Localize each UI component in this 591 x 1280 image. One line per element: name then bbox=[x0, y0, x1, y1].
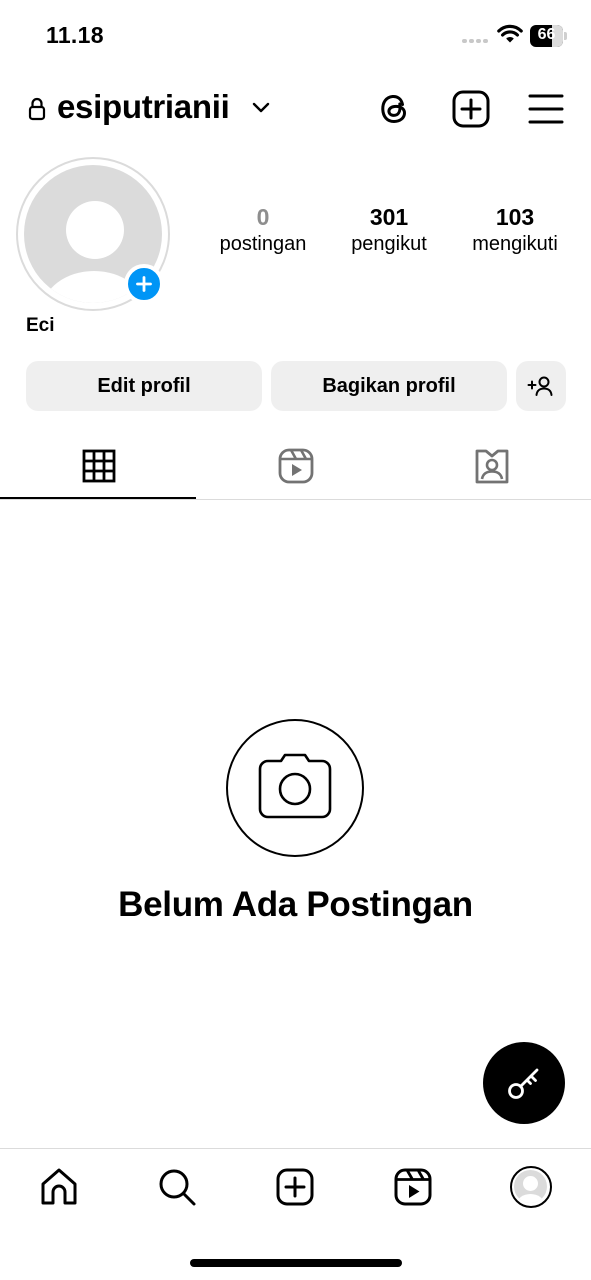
bottom-nav-border bbox=[0, 1148, 591, 1149]
stat-followers[interactable]: 301 pengikut bbox=[336, 204, 442, 257]
key-fab-button[interactable] bbox=[483, 1042, 565, 1124]
threads-icon[interactable] bbox=[375, 89, 415, 129]
grid-icon[interactable] bbox=[79, 446, 119, 486]
stat-posts[interactable]: 0 postingan bbox=[210, 204, 316, 257]
profile-nav-avatar[interactable] bbox=[509, 1165, 553, 1209]
add-story-button[interactable] bbox=[124, 264, 164, 304]
battery-level: 66 bbox=[537, 26, 556, 43]
empty-state-title: Belum Ada Postingan bbox=[118, 885, 473, 924]
search-icon[interactable] bbox=[155, 1165, 199, 1209]
home-indicator bbox=[190, 1259, 402, 1267]
display-name: Eci bbox=[26, 315, 55, 336]
tagged-icon[interactable] bbox=[472, 446, 512, 486]
create-post-icon[interactable] bbox=[451, 89, 491, 129]
stat-posts-label: postingan bbox=[219, 233, 307, 255]
create-icon[interactable] bbox=[273, 1165, 317, 1209]
share-profile-button[interactable]: Bagikan profil bbox=[271, 361, 507, 411]
reels-nav-icon[interactable] bbox=[391, 1165, 435, 1209]
camera-icon bbox=[258, 753, 332, 819]
edit-profile-button[interactable]: Edit profil bbox=[26, 361, 262, 411]
stat-posts-value: 0 bbox=[256, 204, 270, 230]
status-time: 11.18 bbox=[46, 22, 104, 48]
stat-followers-label: pengikut bbox=[351, 233, 427, 255]
stat-following-value: 103 bbox=[495, 204, 535, 230]
home-icon[interactable] bbox=[37, 1165, 81, 1209]
add-person-icon bbox=[527, 376, 553, 396]
chevron-down-icon[interactable] bbox=[252, 101, 270, 115]
stat-following-label: mengikuti bbox=[472, 233, 558, 255]
battery-icon: 66 bbox=[530, 25, 568, 47]
lock-icon bbox=[28, 97, 46, 121]
discover-people-button[interactable] bbox=[516, 361, 566, 411]
wifi-icon bbox=[497, 24, 523, 43]
menu-icon[interactable] bbox=[526, 89, 566, 129]
stat-following[interactable]: 103 mengikuti bbox=[460, 204, 570, 257]
empty-state-circle bbox=[226, 719, 364, 857]
reels-icon[interactable] bbox=[276, 446, 316, 486]
profile-username[interactable]: esiputrianii bbox=[57, 88, 230, 126]
tab-divider bbox=[0, 499, 591, 500]
signal-dots-icon bbox=[462, 39, 490, 43]
stat-followers-value: 301 bbox=[369, 204, 409, 230]
key-icon bbox=[508, 1068, 539, 1099]
